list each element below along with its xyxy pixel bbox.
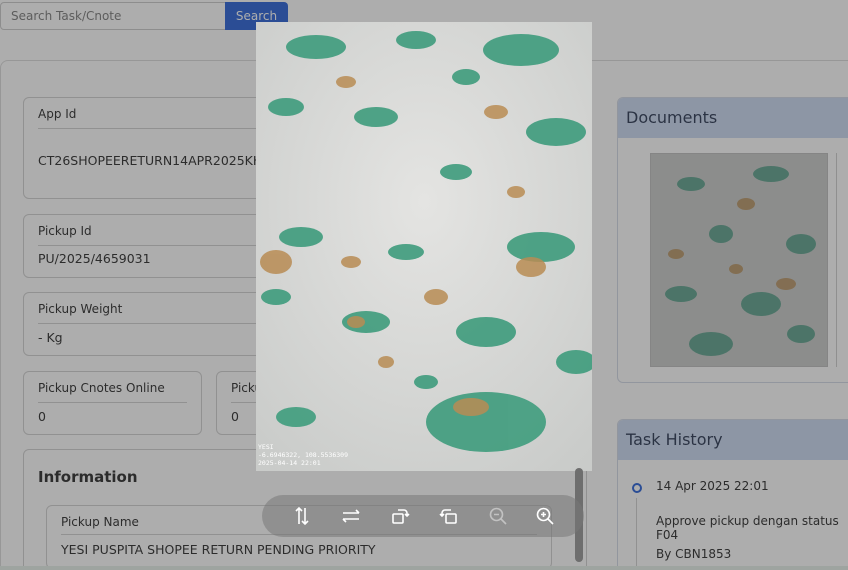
image-viewer-toolbar <box>262 495 584 537</box>
zoom-in-icon[interactable] <box>533 504 557 528</box>
rotate-left-icon[interactable] <box>437 504 461 528</box>
flip-horizontal-icon[interactable] <box>339 504 363 528</box>
caption-timestamp: 2025-04-14 22:01 <box>258 459 321 467</box>
caption-coordinates: -6.6946322, 108.5536309 <box>258 451 349 459</box>
image-viewer-photo[interactable]: YESI -6.6946322, 108.5536309 2025-04-14 … <box>256 22 592 471</box>
caption-name: YESI <box>258 443 274 451</box>
photo-geotag-caption: YESI -6.6946322, 108.5536309 2025-04-14 … <box>258 443 348 467</box>
task-detail-page: Search App Id CT26SHOPEERETURN14APR2025K… <box>0 0 848 570</box>
flip-vertical-icon[interactable] <box>290 504 314 528</box>
pickup-photo <box>256 22 592 471</box>
zoom-out-icon[interactable] <box>486 504 510 528</box>
rotate-right-icon[interactable] <box>388 504 412 528</box>
